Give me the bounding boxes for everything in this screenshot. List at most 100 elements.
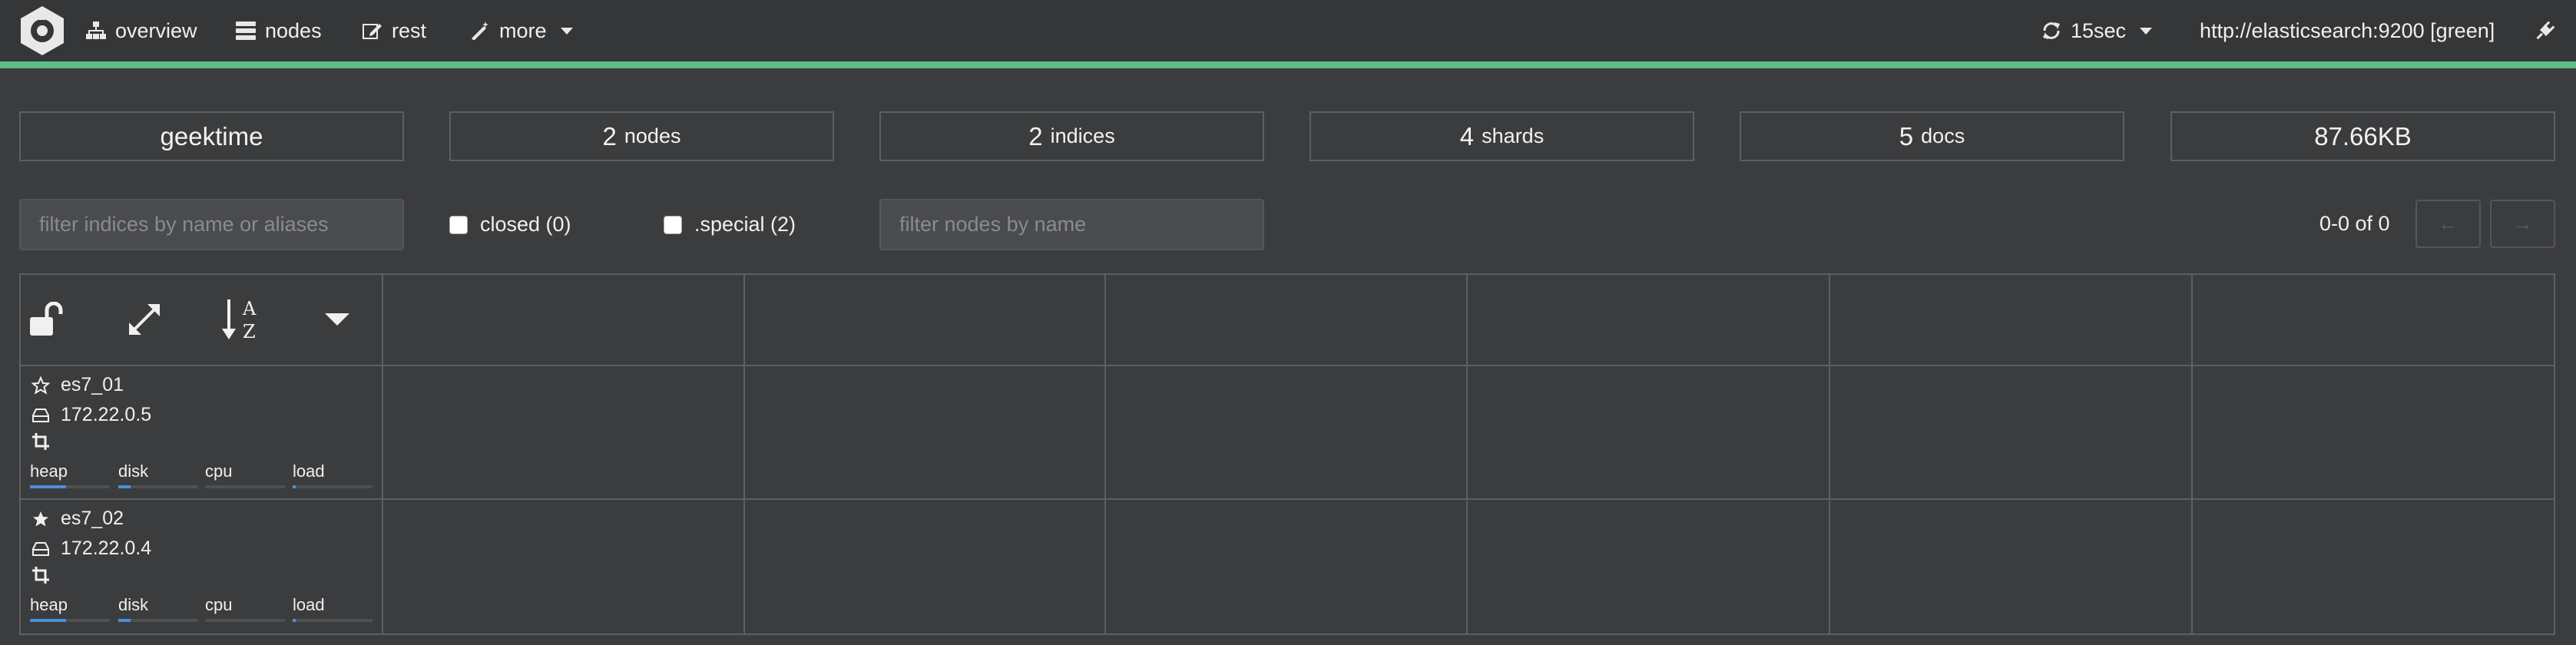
- grid-col-divider: [2191, 275, 2193, 633]
- node-ip: 172.22.0.5: [61, 404, 152, 425]
- refresh-interval-label: 15sec: [2071, 18, 2127, 42]
- cluster-health-bar: [0, 61, 2576, 68]
- metric-heap-bar: [30, 619, 110, 622]
- node-ip: 172.22.0.4: [61, 538, 152, 559]
- node-row: es7_02 172.22.0.4 heap disk cpu load: [21, 500, 380, 630]
- metric-load-fill: [293, 619, 296, 622]
- docs-count-label: docs: [1921, 124, 1965, 147]
- sort-alpha-icon[interactable]: A Z: [218, 296, 264, 342]
- refresh-icon: [2043, 22, 2060, 39]
- unlock-icon[interactable]: [25, 296, 71, 342]
- metric-heap-fill: [30, 619, 66, 622]
- nodes-count-box: 2 nodes: [449, 111, 834, 161]
- special-checkbox-label: .special (2): [694, 213, 796, 236]
- metric-disk-fill: [118, 619, 131, 622]
- cluster-size: 87.66KB: [2314, 121, 2412, 150]
- special-checkbox[interactable]: [664, 215, 682, 234]
- indices-count: 2: [1028, 121, 1043, 150]
- grid-col-divider: [743, 275, 745, 633]
- metric-load-fill: [293, 485, 296, 488]
- node-row: es7_01 172.22.0.5 heap disk cpu load: [21, 366, 380, 497]
- node-role-row: [31, 432, 50, 451]
- svg-text:Z: Z: [243, 321, 256, 342]
- grid-col-divider: [1466, 275, 1468, 633]
- chevron-down-icon: [2140, 27, 2153, 35]
- metric-heap-bar: [30, 485, 110, 488]
- metric-load-bar: [293, 619, 372, 622]
- next-page-button[interactable]: →: [2490, 200, 2555, 248]
- node-role-row: [31, 566, 50, 584]
- expand-icon[interactable]: [121, 296, 167, 342]
- node-name: es7_02: [61, 508, 124, 529]
- metric-disk-label: disk: [118, 595, 149, 614]
- cluster-name-box: geektime: [19, 111, 404, 161]
- docs-count-box: 5 docs: [1740, 111, 2124, 161]
- nav-more[interactable]: more: [470, 0, 573, 61]
- node-ip-row: 172.22.0.5: [31, 404, 151, 426]
- arrow-right-icon: →: [2512, 212, 2533, 235]
- special-checkbox-wrap[interactable]: .special (2): [664, 213, 796, 237]
- metric-load-label: load: [293, 461, 325, 481]
- disconnect-button[interactable]: [2535, 0, 2556, 61]
- nav-nodes[interactable]: nodes: [236, 0, 322, 61]
- node-name-row[interactable]: es7_02: [31, 508, 124, 530]
- star-filled-icon: [33, 511, 48, 526]
- arrow-left-icon: ←: [2438, 212, 2458, 235]
- nodes-count-label: nodes: [624, 124, 681, 147]
- shards-count-label: shards: [1482, 124, 1545, 147]
- hdd-icon: [32, 408, 49, 422]
- metric-load-label: load: [293, 595, 325, 614]
- svg-text:A: A: [242, 298, 257, 319]
- closed-checkbox-wrap[interactable]: closed (0): [449, 213, 571, 237]
- nav-rest[interactable]: rest: [363, 0, 426, 61]
- metric-cpu-bar: [205, 485, 285, 488]
- prev-page-button[interactable]: ←: [2415, 200, 2481, 248]
- filter-indices-input[interactable]: [19, 199, 404, 250]
- top-navbar: overview nodes rest more 15sec http://el…: [0, 0, 2576, 61]
- grid-row-divider: [21, 365, 2554, 366]
- nav-more-label: more: [499, 18, 547, 42]
- size-box: 87.66KB: [2170, 111, 2555, 161]
- metric-load-bar: [293, 485, 372, 488]
- closed-checkbox-label: closed (0): [480, 213, 571, 236]
- chevron-down-icon: [560, 27, 573, 35]
- node-name: es7_01: [61, 374, 124, 395]
- edit-icon: [363, 24, 382, 39]
- cerebro-logo-icon[interactable]: [18, 5, 66, 57]
- pagination-text: 0-0 of 0: [2319, 212, 2390, 235]
- nav-overview-label: overview: [115, 18, 197, 42]
- docs-count: 5: [1899, 121, 1914, 150]
- caret-down-icon[interactable]: [314, 296, 360, 342]
- shards-count-box: 4 shards: [1310, 111, 1694, 161]
- refresh-interval-dropdown[interactable]: 15sec: [2041, 0, 2153, 61]
- indices-count-label: indices: [1050, 124, 1115, 147]
- grid-row-divider: [21, 498, 2554, 500]
- metric-disk-label: disk: [118, 461, 149, 481]
- plug-icon: [2536, 21, 2555, 40]
- nav-overview[interactable]: overview: [86, 0, 197, 61]
- metric-heap-label: heap: [30, 595, 68, 614]
- overview-grid: A Z es7_01 172.22.0.5 heap disk cpu load…: [19, 273, 2555, 635]
- grid-col-divider: [1829, 275, 1830, 633]
- grid-col-divider: [1104, 275, 1106, 633]
- node-ip-row: 172.22.0.4: [31, 538, 151, 560]
- node-name-row[interactable]: es7_01: [31, 374, 124, 396]
- closed-checkbox[interactable]: [449, 215, 468, 234]
- metric-heap-fill: [30, 485, 66, 488]
- cluster-url[interactable]: http://elasticsearch:9200 [green]: [2200, 0, 2495, 61]
- crop-icon: [32, 433, 49, 450]
- metric-cpu-bar: [205, 619, 285, 622]
- metric-disk-bar: [118, 485, 198, 488]
- nav-nodes-label: nodes: [265, 18, 322, 42]
- nav-rest-label: rest: [392, 18, 427, 42]
- sitemap-icon: [86, 22, 106, 39]
- hdd-icon: [32, 541, 49, 556]
- filter-nodes-input[interactable]: [879, 199, 1264, 250]
- server-icon: [236, 22, 256, 40]
- metric-heap-label: heap: [30, 461, 68, 481]
- metric-disk-fill: [118, 485, 131, 488]
- metric-disk-bar: [118, 619, 198, 622]
- grid-col-divider: [382, 275, 383, 633]
- metric-cpu-label: cpu: [205, 595, 233, 614]
- shards-count: 4: [1459, 121, 1475, 150]
